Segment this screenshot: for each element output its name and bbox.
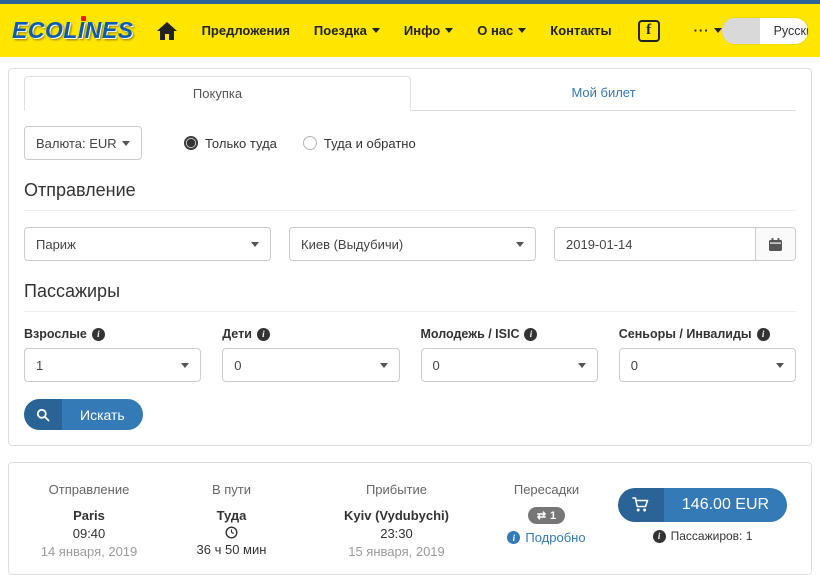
passenger-field-seniors: Сеньоры / Инвалиды 0: [618, 327, 796, 382]
facebook-icon[interactable]: f: [637, 19, 660, 42]
passenger-field-children: Дети 0: [222, 327, 400, 382]
tab-purchase[interactable]: Покупка: [24, 76, 411, 111]
result-duration: В пути Туда 36 ч 50 мин: [154, 482, 309, 559]
departure-time: 09:40: [72, 526, 106, 541]
date-input[interactable]: [555, 228, 755, 260]
info-icon[interactable]: [256, 327, 270, 341]
ukraine-flag-icon: [731, 24, 751, 37]
passengers-note: Пассажиров: 1: [609, 529, 796, 543]
chevron-down-icon: [516, 241, 524, 247]
result-price: 146.00 EUR Пассажиров: 1: [609, 482, 796, 559]
passengers-heading: Пассажиры: [24, 281, 796, 312]
currency-select[interactable]: Валюта: EUR: [24, 126, 142, 160]
nav-info[interactable]: Инфо: [404, 23, 454, 38]
duration-value: 36 ч 50 мин: [196, 542, 267, 557]
chevron-down-icon: [518, 28, 527, 33]
chevron-down-icon: [713, 28, 722, 33]
price-label: 146.00 EUR: [663, 488, 788, 522]
booking-card: Покупка Мой билет Валюта: EUR Только туд…: [8, 68, 812, 446]
shuffle-icon: [537, 509, 546, 522]
transfers-badge: 1: [527, 507, 566, 524]
search-button-label: Искать: [62, 399, 143, 430]
info-icon[interactable]: [91, 327, 105, 341]
result-transfers: Пересадки 1 Подробно: [484, 482, 609, 559]
adults-select[interactable]: 1: [24, 348, 202, 382]
chevron-down-icon: [122, 140, 130, 146]
children-select[interactable]: 0: [222, 348, 400, 382]
passenger-field-youth: Молодежь / ISIC 0: [420, 327, 598, 382]
language-label: Русский: [773, 23, 808, 38]
radio-unselected-icon: [302, 136, 317, 150]
nav-offers[interactable]: Предложения: [202, 23, 290, 38]
chevron-down-icon: [379, 362, 388, 368]
chevron-down-icon: [776, 362, 784, 368]
calendar-button[interactable]: [755, 228, 795, 260]
cart-icon: [632, 497, 649, 512]
calendar-icon: [769, 237, 782, 251]
details-link[interactable]: Подробно: [484, 530, 609, 545]
main-nav: Предложения Поездка Инфо О нас Контакты …: [202, 19, 722, 42]
trip-result-row: Отправление Paris 09:40 14 января, 2019 …: [8, 462, 812, 575]
nav-contacts[interactable]: Контакты: [550, 23, 611, 38]
info-icon[interactable]: [524, 327, 538, 341]
chevron-down-icon: [445, 28, 454, 33]
search-icon: [36, 408, 50, 421]
radio-round-trip[interactable]: Туда и обратно: [302, 136, 416, 151]
chevron-down-icon: [181, 362, 190, 368]
nav-about[interactable]: О нас: [477, 23, 527, 38]
youth-select[interactable]: 0: [420, 348, 598, 382]
arrival-time: 23:30: [380, 526, 413, 541]
to-city-select[interactable]: Киев (Выдубичи): [289, 227, 536, 261]
clock-icon: [225, 526, 238, 539]
info-icon: [652, 529, 666, 543]
buy-ticket-button[interactable]: 146.00 EUR: [617, 488, 788, 522]
home-icon: [156, 21, 177, 40]
site-header: ECOLINES Предложения Поездка Инфо О нас …: [0, 4, 820, 57]
seniors-select[interactable]: 0: [618, 348, 796, 382]
departure-city: Paris: [73, 508, 105, 523]
home-button[interactable]: [156, 21, 178, 41]
result-departure: Отправление Paris 09:40 14 января, 2019: [24, 482, 154, 559]
search-button[interactable]: Искать: [24, 399, 143, 430]
info-icon[interactable]: [756, 327, 770, 341]
result-arrival: Прибытие Kyiv (Vydubychi) 23:30 15 январ…: [309, 482, 484, 559]
arrival-date: 15 января, 2019: [348, 544, 445, 559]
more-menu-button[interactable]: ···: [694, 23, 722, 38]
departure-heading: Отправление: [24, 180, 796, 211]
tab-my-ticket[interactable]: Мой билет: [411, 76, 796, 110]
radio-one-way[interactable]: Только туда: [184, 136, 277, 151]
passenger-field-adults: Взрослые 1: [24, 327, 202, 382]
info-icon: [507, 531, 521, 544]
trip-type-group: Только туда Туда и обратно: [184, 136, 416, 151]
ecolines-logo[interactable]: ECOLINES: [12, 17, 134, 44]
chevron-down-icon: [371, 28, 380, 33]
chevron-down-icon: [577, 362, 586, 368]
nav-trip[interactable]: Поездка: [314, 23, 380, 38]
departure-date: 14 января, 2019: [40, 544, 138, 559]
chevron-down-icon: [251, 241, 259, 247]
language-selector[interactable]: Русский: [721, 17, 808, 44]
from-city-select[interactable]: Париж: [24, 227, 271, 261]
arrival-city: Kyiv (Vydubychi): [344, 508, 449, 523]
radio-selected-icon: [184, 136, 198, 150]
duration-direction: Туда: [216, 508, 247, 523]
booking-tabs: Покупка Мой билет: [24, 76, 796, 111]
